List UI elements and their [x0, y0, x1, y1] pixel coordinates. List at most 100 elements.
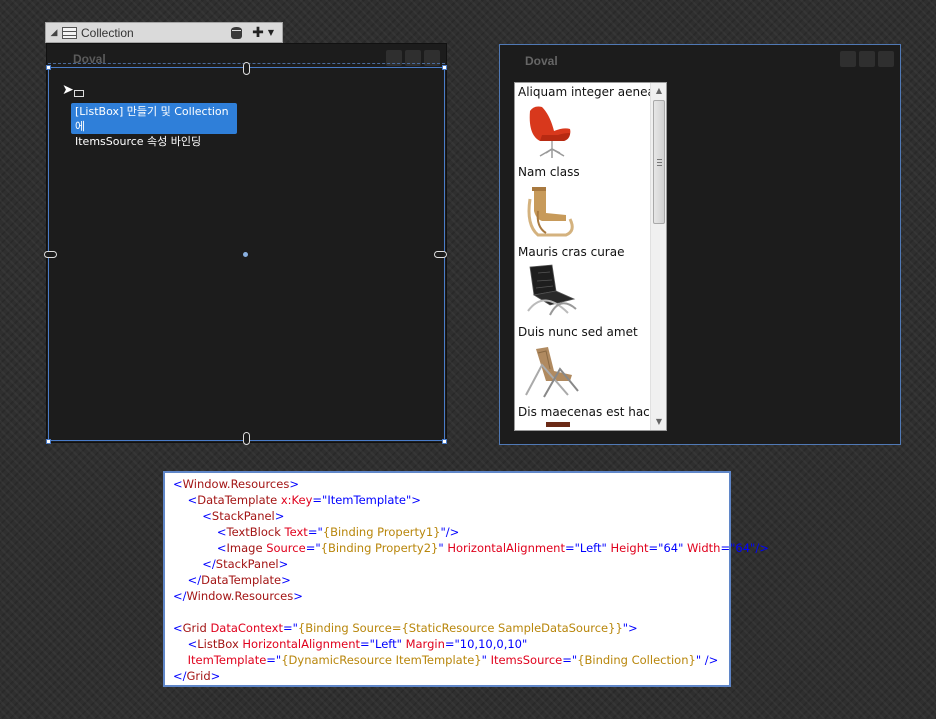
code-token: {Binding Property2} [320, 541, 439, 555]
code-line: <Image Source="{Binding Property2}" Hori… [173, 540, 769, 556]
resize-handle-top-left[interactable] [46, 65, 51, 70]
code-token: x:Key [280, 493, 313, 507]
code-token: Height [610, 541, 649, 555]
chevron-down-icon[interactable]: ▼ [268, 28, 274, 37]
code-token: {Binding Collection} [577, 653, 696, 667]
listbox-items: Aliquam integer aenean Nam class Mauris … [518, 84, 653, 430]
code-token: </ [187, 573, 202, 587]
code-token: < [187, 637, 198, 651]
code-token: Window.Resources [182, 477, 290, 491]
red-egg-chair-image [520, 101, 584, 161]
expand-triangle-icon[interactable]: ◢ [46, 28, 62, 38]
code-token: StackPanel [211, 509, 275, 523]
code-line: <ListBox HorizontalAlignment="Left" Marg… [173, 636, 729, 652]
list-item-label: Nam class [518, 165, 580, 179]
minimize-button[interactable] [840, 51, 856, 67]
resize-handle-top-right[interactable] [442, 65, 447, 70]
preview-window-title: Doval [525, 54, 558, 68]
code-token: </ [173, 589, 187, 603]
margin-anchor-bottom-icon[interactable] [243, 432, 250, 445]
scrollbar-grip-icon [657, 159, 662, 166]
code-token: " [678, 541, 688, 555]
code-token: Margin [405, 637, 445, 651]
code-token: > [281, 573, 291, 587]
add-property-icon[interactable]: ✚ [252, 25, 264, 41]
margin-anchor-top-icon[interactable] [243, 62, 250, 75]
code-token: =" [307, 525, 323, 539]
list-item-label: Aliquam integer aenean [518, 85, 653, 99]
list-item[interactable]: Duis nunc sed amet [518, 324, 653, 404]
code-token: ItemsSource [490, 653, 563, 667]
code-token: ItemTemplate [327, 493, 406, 507]
code-token: StackPanel [215, 557, 279, 571]
brown-chair-image [520, 421, 584, 430]
code-line: </Grid> [173, 668, 729, 684]
code-token: < [173, 621, 183, 635]
code-token: "/> [750, 541, 769, 555]
close-button[interactable] [878, 51, 894, 67]
code-line: </DataTemplate> [173, 572, 729, 588]
list-item[interactable]: Dis maecenas est hac [518, 404, 653, 430]
code-token: < [216, 541, 227, 555]
margin-anchor-right-icon[interactable] [434, 251, 447, 258]
code-token: =" [648, 541, 664, 555]
code-token: 64 [663, 541, 679, 555]
collection-title: Collection [81, 25, 134, 40]
collection-panel-header[interactable]: ◢ Collection ✚ ▼ [45, 22, 283, 43]
chair-listbox[interactable]: Aliquam integer aenean Nam class Mauris … [514, 82, 667, 431]
code-token: =" [562, 653, 578, 667]
code-token: =" [312, 493, 328, 507]
code-token: =" [564, 541, 580, 555]
scroll-up-icon[interactable]: ▲ [651, 83, 666, 99]
code-token: {DynamicResource ItemTemplate} [281, 653, 482, 667]
code-line: <Grid DataContext="{Binding Source={Stat… [173, 620, 729, 636]
code-token: Image [226, 541, 267, 555]
code-token: " [521, 637, 528, 651]
code-line: </StackPanel> [173, 556, 729, 572]
code-token: =" [266, 653, 282, 667]
code-token: > [278, 557, 289, 571]
code-token: " [438, 541, 448, 555]
code-line: <StackPanel> [173, 508, 729, 524]
code-token: {Binding Property1} [322, 525, 441, 539]
code-token: Grid [182, 621, 211, 635]
tooltip-line-2: ItemsSource 속성 바인딩 [75, 135, 202, 148]
list-item[interactable]: Nam class [518, 164, 653, 244]
code-token: " [481, 653, 491, 667]
list-item[interactable]: Aliquam integer aenean [518, 84, 653, 164]
scrollbar-thumb[interactable] [653, 100, 665, 224]
code-token: 64 [735, 541, 751, 555]
code-token: " /> [695, 653, 719, 667]
resize-handle-bottom-right[interactable] [442, 439, 447, 444]
collection-grid-icon [62, 26, 77, 39]
code-line: </Window.Resources> [173, 588, 729, 604]
code-token: 10,10,0,10 [459, 637, 522, 651]
code-token: =" [360, 637, 375, 651]
scroll-down-icon[interactable]: ▼ [651, 414, 666, 430]
listbox-scrollbar[interactable]: ▲ ▼ [650, 83, 666, 430]
maximize-button[interactable] [859, 51, 875, 67]
code-token: > [289, 477, 299, 491]
code-token: </ [173, 669, 187, 683]
code-token: ItemTemplate [187, 653, 267, 667]
code-token: "> [622, 621, 638, 635]
resize-handle-bottom-left[interactable] [46, 439, 51, 444]
code-token: HorizontalAlignment [447, 541, 565, 555]
code-token: "> [405, 493, 421, 507]
code-token: Source [266, 541, 306, 555]
code-token: > [274, 509, 285, 523]
code-token: ListBox [197, 637, 243, 651]
code-line: <DataTemplate x:Key="ItemTemplate"> [173, 492, 729, 508]
list-item[interactable]: Mauris cras curae [518, 244, 653, 324]
margin-anchor-left-icon[interactable] [44, 251, 57, 258]
code-line: ItemTemplate="{DynamicResource ItemTempl… [173, 652, 729, 668]
data-store-icon[interactable] [231, 26, 243, 39]
code-token: Window.Resources [186, 589, 294, 603]
tan-sling-chair-image [520, 341, 584, 401]
list-item-label: Mauris cras curae [518, 245, 625, 259]
